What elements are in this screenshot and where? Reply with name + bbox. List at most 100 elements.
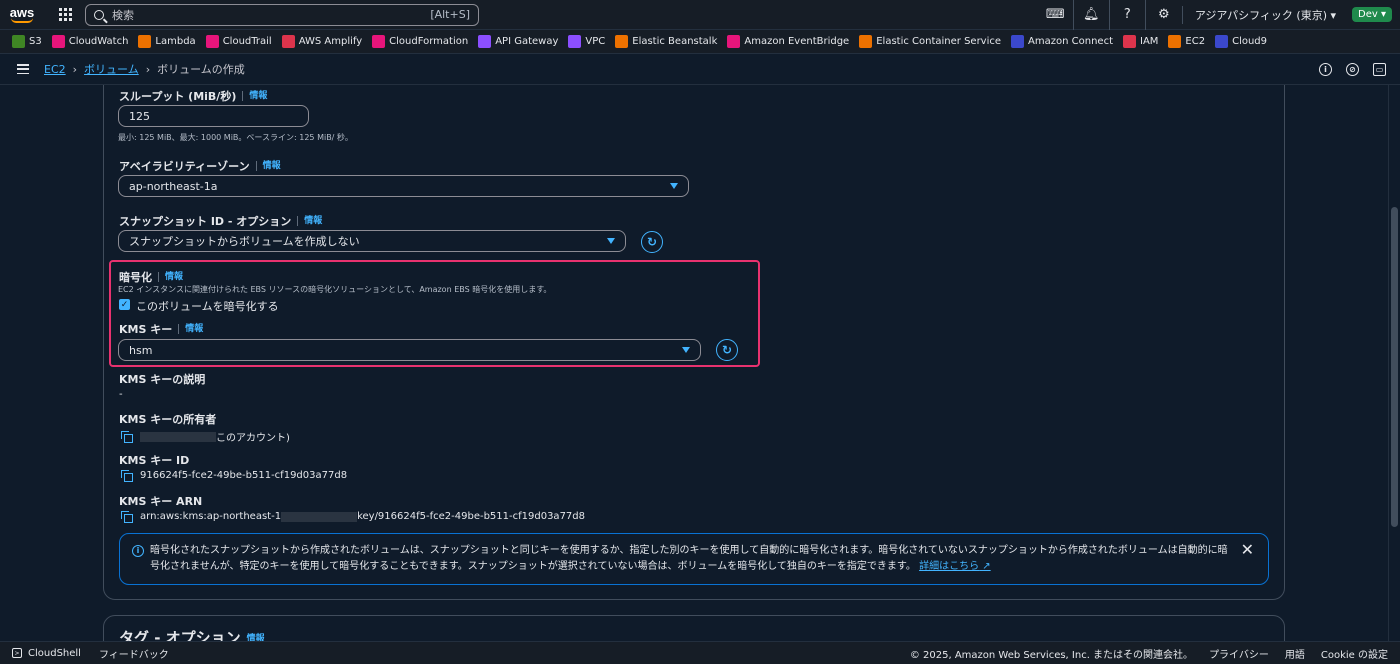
service-icon — [1123, 35, 1136, 48]
service-icon — [478, 35, 492, 48]
favorite-amazon-eventbridge[interactable]: Amazon EventBridge — [727, 35, 849, 48]
az-select[interactable]: ap-northeast-1a — [118, 175, 689, 197]
encrypt-volume-checkbox[interactable]: ✓ — [119, 299, 130, 310]
favorite-lambda[interactable]: Lambda — [138, 35, 196, 48]
caret-down-icon — [607, 238, 615, 244]
search-shortcut: [Alt+S] — [430, 8, 470, 21]
service-icon — [727, 35, 741, 48]
kms-key-value: hsm — [129, 343, 153, 357]
kms-key-select[interactable]: hsm — [118, 339, 701, 361]
kms-key-refresh-icon[interactable]: ↻ — [716, 339, 738, 361]
cookie-settings-link[interactable]: Cookie の設定 — [1321, 646, 1388, 661]
cloudshell-icon[interactable]: ⌨ — [1038, 0, 1074, 30]
breadcrumb-current: ボリュームの作成 — [157, 63, 245, 76]
encryption-label: 暗号化 情報 — [119, 271, 184, 284]
help-icon[interactable]: ? — [1110, 0, 1146, 30]
caret-down-icon — [682, 347, 690, 353]
aws-logo[interactable]: aws — [0, 0, 44, 30]
feedback-link[interactable]: フィードバック — [99, 646, 169, 661]
search-input[interactable]: 検索 [Alt+S] — [85, 3, 479, 26]
tags-panel — [103, 615, 1285, 641]
breadcrumb-volumes[interactable]: ボリューム — [84, 61, 139, 77]
scrollbar[interactable] — [1388, 85, 1400, 641]
alert-text: 暗号化されたスナップショットから作成されたボリュームは、スナップショットと同じキ… — [150, 545, 1228, 572]
kms-id-label: KMS キー ID — [119, 454, 190, 467]
favorite-ec2[interactable]: EC2 — [1168, 35, 1205, 48]
kms-key-info-link[interactable]: 情報 — [178, 324, 203, 334]
tags-section-title: タグ - オプション 情報 — [119, 627, 265, 641]
kms-key-label: KMS キー 情報 — [119, 323, 204, 336]
snapshot-info-link[interactable]: 情報 — [297, 216, 322, 226]
cloudshell-link[interactable]: CloudShell — [28, 648, 81, 659]
favorite-cloudformation[interactable]: CloudFormation — [372, 35, 468, 48]
settings-gear-icon[interactable]: ⚙ — [1146, 0, 1182, 30]
notifications-bell-icon[interactable]: 🔔︎ — [1074, 0, 1110, 30]
kms-id-value: 916624f5-fce2-49be-b511-cf19d03a77d8 — [121, 470, 347, 482]
favorite-elastic-container-service[interactable]: Elastic Container Service — [859, 35, 1001, 48]
service-icon — [51, 35, 65, 48]
footer: > CloudShell フィードバック © 2025, Amazon Web … — [0, 641, 1400, 664]
favorites-bar: S3 CloudWatch Lambda CloudTrail AWS Amplify C… — [0, 30, 1400, 54]
caret-down-icon — [670, 183, 678, 189]
copy-icon[interactable] — [121, 431, 133, 443]
privacy-link[interactable]: プライバシー — [1209, 646, 1269, 661]
kms-desc-label: KMS キーの説明 — [119, 373, 206, 386]
favorite-amazon-connect[interactable]: Amazon Connect — [1011, 35, 1113, 48]
info-circle-icon[interactable]: i — [1319, 62, 1332, 76]
az-value: ap-northeast-1a — [129, 179, 218, 193]
redacted-account-id — [140, 431, 216, 442]
feedback-icon[interactable]: ⊘ — [1346, 62, 1359, 76]
encrypt-volume-label[interactable]: このボリュームを暗号化する — [136, 298, 279, 314]
az-label: アベイラビリティーゾーン 情報 — [119, 160, 281, 173]
favorite-cloudwatch[interactable]: CloudWatch — [51, 35, 128, 48]
service-icon — [12, 35, 25, 48]
favorite-cloud9[interactable]: Cloud9 — [1215, 35, 1267, 48]
region-selector[interactable]: アジアパシフィック (東京) ▾ — [1181, 5, 1348, 24]
throughput-info-link[interactable]: 情報 — [242, 91, 267, 101]
info-circle-icon: i — [132, 545, 144, 557]
favorite-aws-amplify[interactable]: AWS Amplify — [281, 35, 362, 48]
throughput-input[interactable]: 125 — [118, 105, 309, 127]
terms-link[interactable]: 用語 — [1285, 646, 1305, 661]
snapshot-refresh-icon[interactable]: ↻ — [641, 231, 663, 253]
throughput-label: スループット (MiB/秒) 情報 — [119, 90, 268, 103]
cloudshell-icon: > — [12, 648, 22, 658]
kms-desc-value: - — [119, 389, 123, 400]
favorite-vpc[interactable]: VPC — [568, 35, 605, 48]
service-icon — [205, 35, 219, 48]
favorite-cloudtrail[interactable]: CloudTrail — [205, 35, 272, 48]
account-menu[interactable]: Dev ▾ — [1352, 7, 1392, 22]
close-icon[interactable]: ✕ — [1241, 542, 1254, 558]
chevron-right-icon: › — [72, 62, 78, 76]
kms-arn-value: arn:aws:kms:ap-northeast-1 key/916624f5-… — [121, 511, 585, 523]
service-icon — [615, 35, 629, 48]
services-grid-icon[interactable] — [59, 7, 73, 22]
chevron-right-icon: › — [145, 62, 151, 76]
tags-info-link[interactable]: 情報 — [247, 631, 265, 641]
favorite-s3[interactable]: S3 — [12, 35, 42, 48]
top-navigation: aws 検索 [Alt+S] ⌨ 🔔︎ ? ⚙ アジアパシフィック (東京) ▾… — [0, 0, 1400, 30]
menu-hamburger-icon[interactable] — [17, 64, 29, 74]
copy-icon[interactable] — [121, 511, 133, 523]
favorite-api-gateway[interactable]: API Gateway — [478, 35, 558, 48]
service-icon — [1011, 35, 1025, 48]
az-info-link[interactable]: 情報 — [255, 161, 281, 171]
service-icon — [138, 35, 152, 48]
encryption-info-alert: i 暗号化されたスナップショットから作成されたボリュームは、スナップショットと同… — [119, 533, 1269, 585]
learn-more-link[interactable]: 詳細はこちら ↗ — [919, 561, 991, 572]
kms-owner-value: このアカウント) — [121, 429, 290, 444]
encryption-info-link[interactable]: 情報 — [158, 272, 183, 282]
breadcrumb-ec2[interactable]: EC2 — [44, 63, 66, 76]
service-icon — [372, 35, 386, 48]
throughput-value: 125 — [129, 109, 150, 123]
breadcrumb-bar: EC2 › ボリューム › ボリュームの作成 i ⊘ ▭ — [0, 54, 1400, 85]
favorite-elastic-beanstalk[interactable]: Elastic Beanstalk — [615, 35, 717, 48]
snapshot-select[interactable]: スナップショットからボリュームを作成しない — [118, 230, 626, 252]
screen-icon[interactable]: ▭ — [1373, 62, 1386, 76]
snapshot-label: スナップショット ID - オプション 情報 — [119, 215, 323, 228]
copy-icon[interactable] — [121, 470, 133, 482]
service-icon — [859, 35, 873, 48]
service-icon — [568, 35, 582, 48]
favorite-iam[interactable]: IAM — [1123, 35, 1158, 48]
scrollbar-thumb[interactable] — [1391, 207, 1398, 527]
